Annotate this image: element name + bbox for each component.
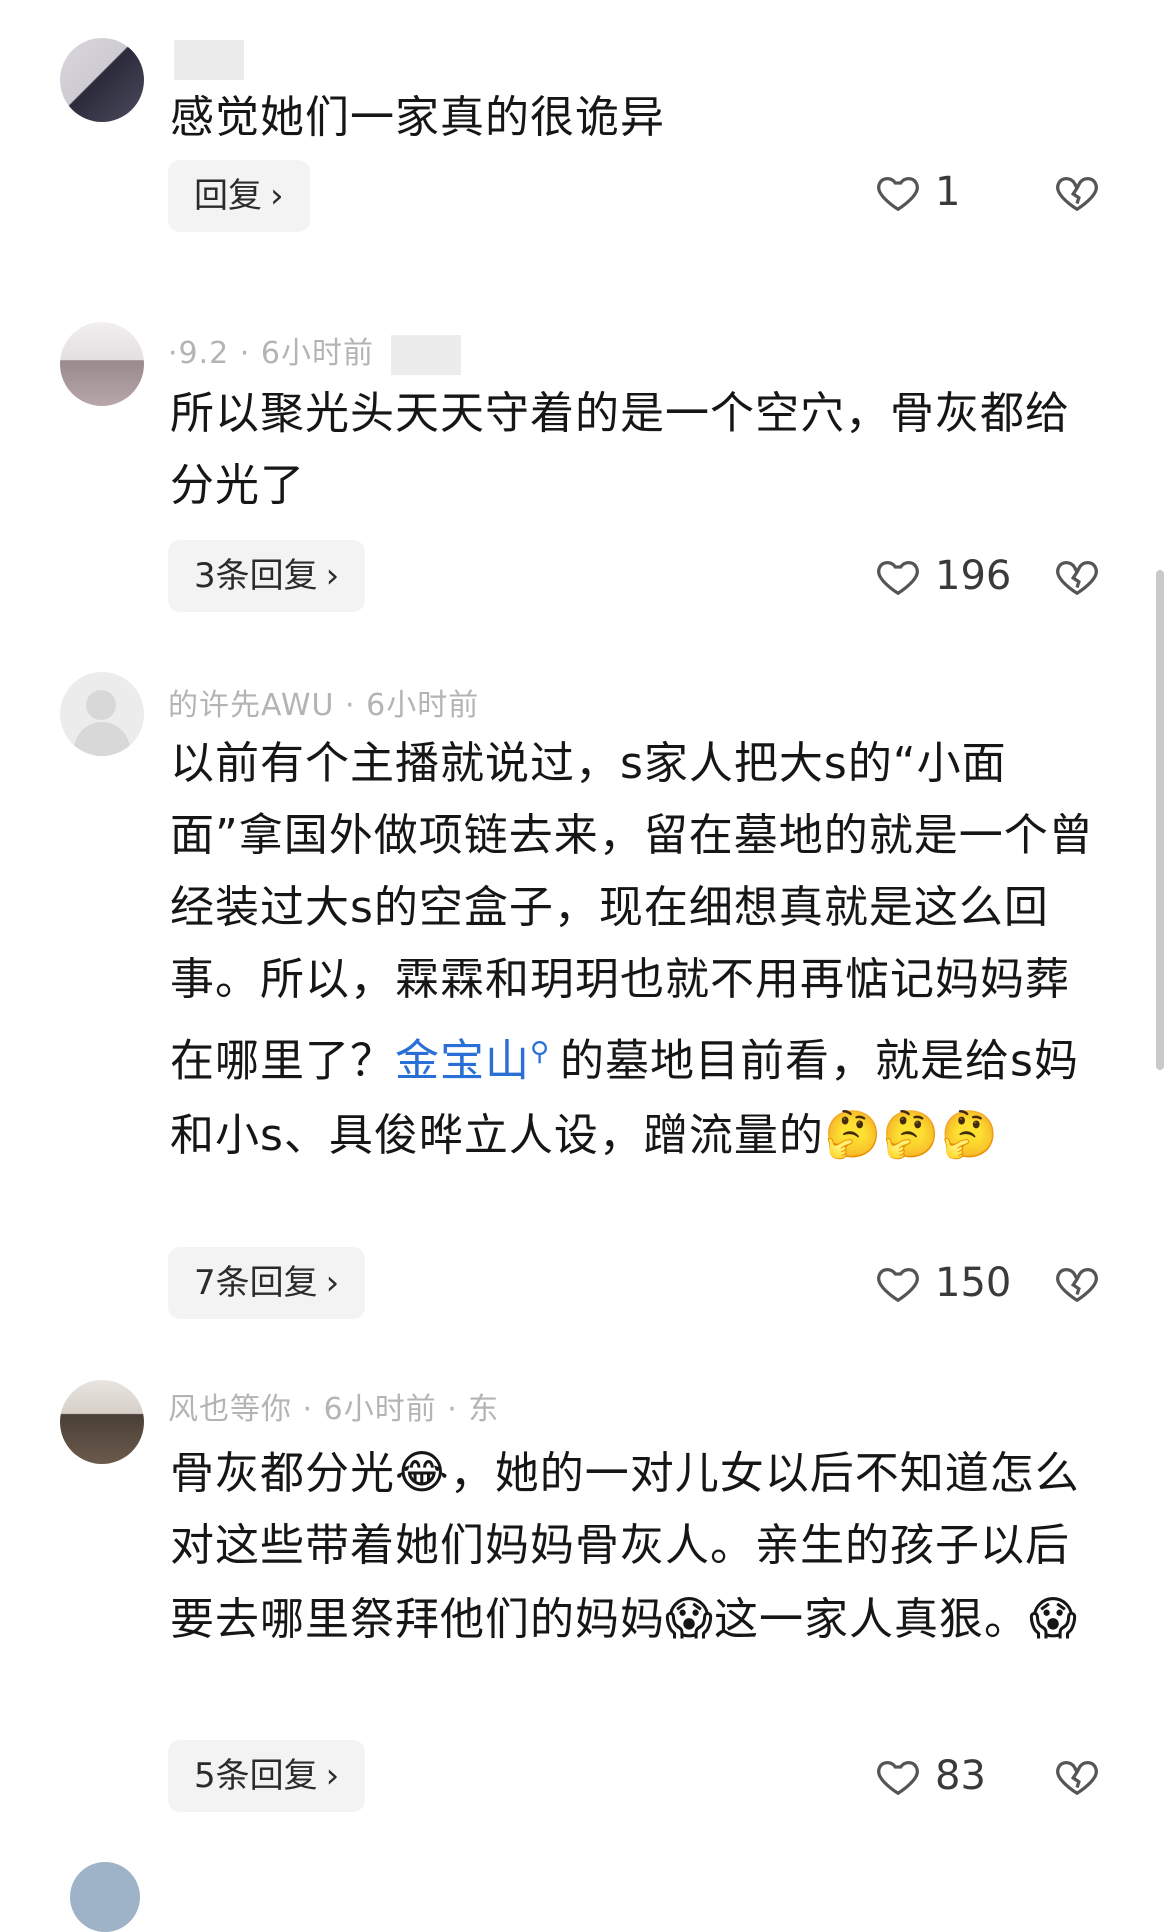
screaming-emoji: 😱 xyxy=(665,1591,714,1645)
broken-heart-icon xyxy=(1056,1760,1098,1796)
avatar[interactable] xyxy=(60,322,144,406)
comment-text: 所以聚光头天天守着的是一个空穴，骨灰都给分光了 xyxy=(170,388,1070,511)
like-button[interactable]: 196 xyxy=(875,540,1011,612)
next-comment-avatar[interactable] xyxy=(70,1862,140,1932)
dislike-button[interactable] xyxy=(1054,156,1100,228)
search-link[interactable]: 金宝山 xyxy=(395,1036,530,1087)
search-icon[interactable]: ⚲ xyxy=(530,1037,550,1067)
heart-outline-icon xyxy=(877,1267,919,1303)
broken-heart-icon xyxy=(1056,176,1098,212)
view-replies-button[interactable]: 5条回复 › xyxy=(168,1740,366,1812)
comment-text: 骨灰都分光😂，她的一对儿女以后不知道怎么对这些带着她们妈妈骨灰人。亲生的孩子以后… xyxy=(170,1445,1080,1645)
chevron-right-icon: › xyxy=(325,556,340,596)
dislike-button[interactable] xyxy=(1054,1740,1100,1812)
like-button[interactable]: 150 xyxy=(875,1247,1011,1319)
heart-outline-icon xyxy=(877,1760,919,1796)
comment-meta xyxy=(168,40,250,80)
view-replies-button[interactable]: 回复 › xyxy=(168,160,310,232)
screaming-emoji: 😱 xyxy=(1028,1591,1078,1645)
default-avatar-body xyxy=(74,722,130,756)
view-replies-button[interactable]: 3条回复 › xyxy=(168,540,366,612)
chevron-right-icon: › xyxy=(270,176,284,216)
dislike-button[interactable] xyxy=(1054,540,1100,612)
default-avatar-head xyxy=(86,690,116,720)
avatar[interactable] xyxy=(60,38,144,122)
comment-text: 以前有个主播就说过，s家人把大s的“小面面”拿国外做项链去来，留在墓地的就是一个… xyxy=(170,738,1094,1161)
dislike-button[interactable] xyxy=(1054,1247,1100,1319)
chevron-right-icon: › xyxy=(325,1756,340,1796)
username-mask xyxy=(390,334,461,375)
scrollbar[interactable] xyxy=(1156,570,1164,1070)
comment-meta: 风也等你 · 6小时前 · 东 xyxy=(168,1392,500,1427)
like-button[interactable]: 1 xyxy=(875,156,960,228)
comment-text: 感觉她们一家真的很诡异 xyxy=(170,92,665,143)
like-button[interactable]: 83 xyxy=(875,1740,986,1812)
heart-outline-icon xyxy=(877,560,919,596)
broken-heart-icon xyxy=(1056,560,1098,596)
view-replies-button[interactable]: 7条回复 › xyxy=(168,1247,366,1319)
broken-heart-icon xyxy=(1056,1267,1098,1303)
laughing-emoji: 😂 xyxy=(395,1445,450,1499)
avatar[interactable] xyxy=(60,672,144,756)
heart-outline-icon xyxy=(877,176,919,212)
comment-meta: 的许先AWU · 6小时前 xyxy=(168,688,480,723)
avatar[interactable] xyxy=(60,1380,144,1464)
username-mask xyxy=(174,40,244,80)
comment-meta: ·9.2 · 6小时前 xyxy=(168,328,467,375)
chevron-right-icon: › xyxy=(325,1263,340,1303)
thinking-emoji: 🤔🤔🤔 xyxy=(823,1106,999,1161)
